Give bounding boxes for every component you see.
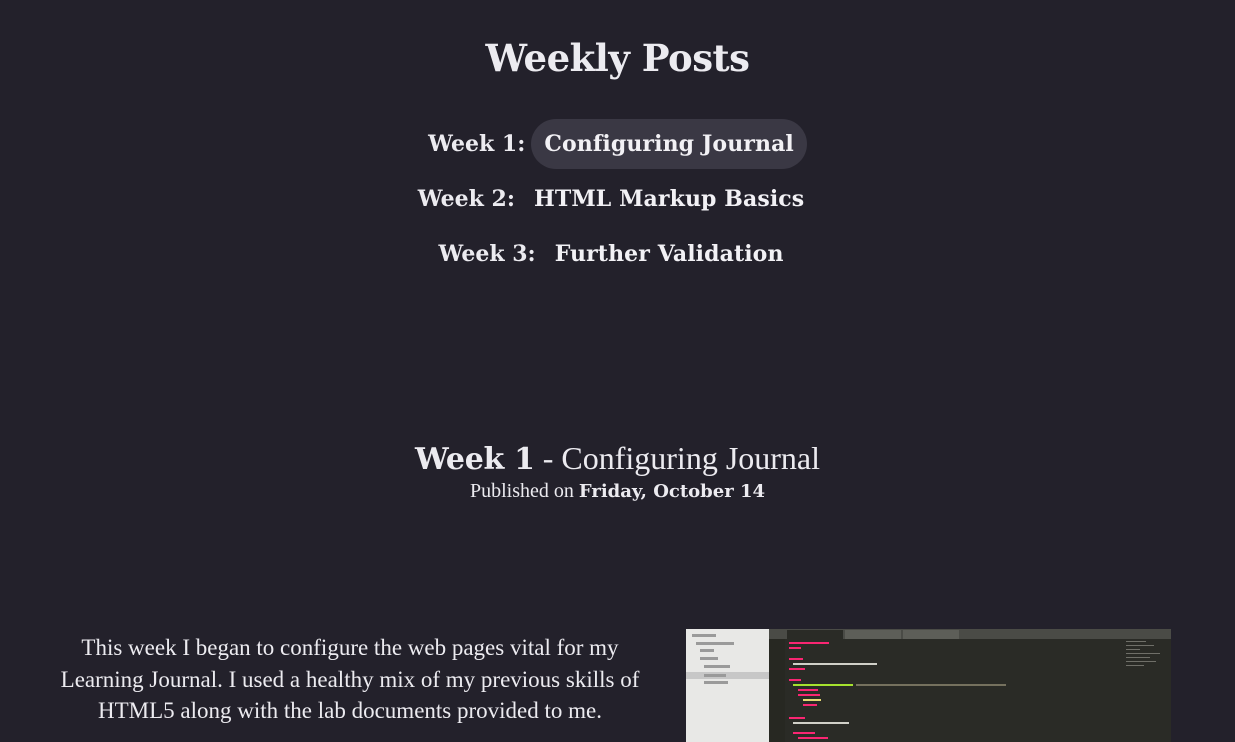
weekly-posts-page: Weekly Posts Week 1: Configuring Journal… [0,0,1235,742]
post-title: Week 1 - Configuring Journal [0,438,1235,480]
editor-sidebar-image-part [686,629,769,742]
week-3-label: Week 3: [438,241,536,267]
week-nav-row-1: Week 1: Configuring Journal [0,118,1235,170]
week-nav-row-2: Week 2: HTML Markup Basics [0,173,1235,225]
post-header: Week 1 - Configuring Journal Published o… [0,438,1235,504]
code-editor-screenshot-image [686,629,1171,742]
post-title-text: Configuring Journal [561,440,821,476]
published-date: Friday, October 14 [578,481,765,502]
published-prefix: Published on [469,480,579,502]
week-1-label: Week 1: [428,131,526,157]
week-nav-row-3: Week 3: Further Validation [0,228,1235,280]
week-1-link[interactable]: Configuring Journal [531,119,807,169]
week-3-link[interactable]: Further Validation [542,229,797,279]
page-title: Weekly Posts [485,36,750,80]
post-title-separator: - [534,440,562,476]
week-2-label: Week 2: [417,186,515,212]
post-body-text: This week I began to configure the web p… [60,635,640,723]
week-2-link[interactable]: HTML Markup Basics [521,174,817,224]
post-published: Published on Friday, October 14 [0,479,1235,504]
post-week-number: Week 1 [414,442,535,477]
